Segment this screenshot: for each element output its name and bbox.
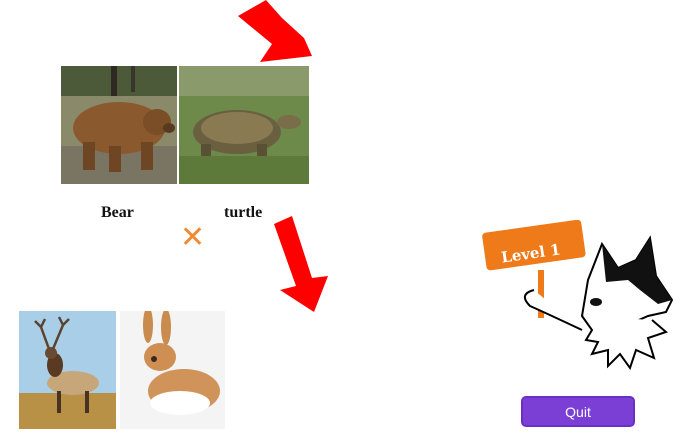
turtle-label: turtle <box>224 204 263 221</box>
husky-mascot-holding-level-sign: Level 1 <box>482 220 674 371</box>
multiply-icon: ✕ <box>180 220 206 255</box>
pointer-arrow-down-right-icon <box>274 216 328 312</box>
bear-label: Bear <box>101 204 134 221</box>
turtle-photo[interactable] <box>179 66 309 184</box>
elk-photo[interactable] <box>19 311 116 429</box>
rabbit-photo[interactable] <box>120 311 225 429</box>
bear-photo[interactable] <box>61 66 177 184</box>
quit-button[interactable]: Quit <box>521 396 635 427</box>
pointer-arrow-down-left-icon <box>238 0 312 62</box>
